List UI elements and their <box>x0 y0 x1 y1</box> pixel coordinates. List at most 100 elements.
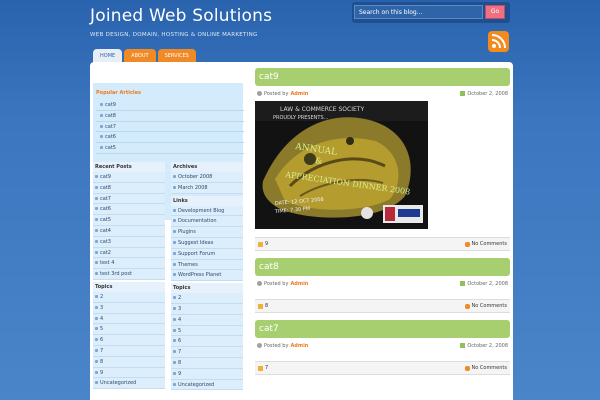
recent-post-item[interactable]: test 4 <box>93 258 165 270</box>
topic-item[interactable]: 3 <box>171 303 243 315</box>
popular-article-item[interactable]: cat5 <box>96 143 244 154</box>
bullet-icon <box>173 296 176 300</box>
link-item[interactable]: Documentation <box>171 216 243 228</box>
topic-item[interactable]: 5 <box>171 325 243 337</box>
post-title[interactable]: cat7 <box>255 320 510 338</box>
link-item-label: Plugins <box>178 229 196 236</box>
bullet-icon <box>100 103 103 106</box>
recent-post-item-label: cat6 <box>100 206 111 213</box>
topics-left-title: Topics <box>95 283 113 290</box>
bullet-icon <box>173 175 176 178</box>
recent-post-item[interactable]: test 3rd post <box>93 269 165 280</box>
post-meta: Posted by Admin October 2, 2008 <box>255 338 510 353</box>
site-title[interactable]: Joined Web Solutions <box>90 6 272 26</box>
recent-post-item[interactable]: cat3 <box>93 236 165 248</box>
topic-item[interactable]: 2 <box>93 291 165 303</box>
link-item[interactable]: Themes <box>171 259 243 271</box>
comments-link[interactable]: No Comments <box>472 303 508 309</box>
post-date: October 2, 2008 <box>467 280 508 287</box>
bullet-icon <box>173 317 176 321</box>
bullet-icon <box>173 251 176 255</box>
bullet-icon <box>173 328 176 332</box>
bullet-icon <box>173 273 176 277</box>
post-meta-author: Posted by Admin <box>257 91 308 97</box>
tag-icon <box>258 303 263 309</box>
popular-article-item-label: cat5 <box>105 145 116 152</box>
post-comments: No Comments <box>464 365 508 371</box>
recent-post-item[interactable]: cat9 <box>93 172 165 183</box>
bullet-icon <box>173 185 176 189</box>
topic-item-label: 2 <box>178 295 182 302</box>
bullet-icon <box>100 113 103 117</box>
recent-post-item[interactable]: cat8 <box>93 182 165 194</box>
tab-about[interactable]: ABOUT <box>124 49 156 63</box>
topic-item-label: 6 <box>100 337 104 344</box>
recent-post-item[interactable]: cat7 <box>93 193 165 205</box>
svg-text:&: & <box>315 156 323 166</box>
comments-link[interactable]: No Comments <box>472 365 508 371</box>
topic-item[interactable]: Uncategorized <box>171 379 243 391</box>
topic-item[interactable]: 6 <box>93 335 165 346</box>
archive-item[interactable]: March 2008 <box>171 182 243 194</box>
author-link[interactable]: Admin <box>290 343 308 349</box>
bullet-icon <box>95 370 98 374</box>
topic-item[interactable]: 8 <box>171 357 243 369</box>
author-link[interactable]: Admin <box>290 281 308 287</box>
rss-icon[interactable] <box>488 31 509 52</box>
search-go-button[interactable]: Go <box>485 5 505 19</box>
link-item-label: Documentation <box>178 218 217 225</box>
topic-item-label: 6 <box>178 338 182 345</box>
topic-item[interactable]: 7 <box>171 347 243 358</box>
recent-post-item[interactable]: cat4 <box>93 225 165 237</box>
topic-item[interactable]: 6 <box>171 336 243 348</box>
recent-post-item[interactable]: cat6 <box>93 204 165 216</box>
topic-item[interactable]: 9 <box>93 367 165 379</box>
topic-item-label: 8 <box>178 359 182 366</box>
link-item[interactable]: Plugins <box>171 227 243 238</box>
bullet-icon <box>95 261 98 265</box>
popular-article-item[interactable]: cat6 <box>96 132 244 144</box>
tag-link[interactable]: 9 <box>265 241 268 247</box>
bullet-icon <box>173 230 176 234</box>
topic-item[interactable]: 4 <box>93 313 165 325</box>
topic-item[interactable]: 7 <box>93 345 165 357</box>
topic-item-label: 3 <box>100 304 104 311</box>
post: cat7 Posted by Admin October 2, 2008 7 N… <box>255 320 510 375</box>
tag-link[interactable]: 7 <box>265 365 268 371</box>
topic-item[interactable]: 4 <box>171 314 243 326</box>
post-footer: 8 No Comments <box>255 299 510 313</box>
link-item[interactable]: Support Forum <box>171 248 243 260</box>
author-link[interactable]: Admin <box>290 91 308 97</box>
comment-icon <box>464 365 470 371</box>
recent-post-item-label: cat8 <box>100 184 111 191</box>
tab-home[interactable]: HOME <box>93 49 123 63</box>
post-title[interactable]: cat8 <box>255 258 510 276</box>
topic-item[interactable]: 5 <box>93 324 165 336</box>
topic-item-label: 4 <box>100 315 104 322</box>
archive-item-label: October 2008 <box>178 174 213 180</box>
link-item[interactable]: Development Blog <box>171 205 243 217</box>
comments-link[interactable]: No Comments <box>472 241 508 247</box>
topic-item[interactable]: 2 <box>171 293 243 304</box>
archive-item[interactable]: October 2008 <box>171 172 243 183</box>
recent-post-item[interactable]: cat5 <box>93 215 165 226</box>
topic-item[interactable]: 9 <box>171 368 243 380</box>
search-input[interactable] <box>354 5 483 19</box>
popular-article-item[interactable]: cat7 <box>96 122 244 133</box>
link-item[interactable]: Suggest Ideas <box>171 237 243 249</box>
topic-item[interactable]: 3 <box>93 302 165 314</box>
topic-item[interactable]: 8 <box>93 356 165 368</box>
popular-article-item[interactable]: cat8 <box>96 111 244 122</box>
link-item[interactable]: WordPress Planet <box>171 270 243 282</box>
recent-post-item[interactable]: cat2 <box>93 247 165 259</box>
topic-item[interactable]: Uncategorized <box>93 378 165 390</box>
post-comments: No Comments <box>464 241 508 247</box>
bullet-icon <box>95 196 98 200</box>
post-title[interactable]: cat9 <box>255 68 510 86</box>
bullet-icon <box>95 294 98 298</box>
bullet-icon <box>95 305 98 309</box>
post-meta-date: October 2, 2008 <box>460 91 508 97</box>
popular-article-item[interactable]: cat9 <box>96 100 244 111</box>
tag-link[interactable]: 8 <box>265 303 268 309</box>
tab-services[interactable]: SERVICES <box>157 49 196 63</box>
